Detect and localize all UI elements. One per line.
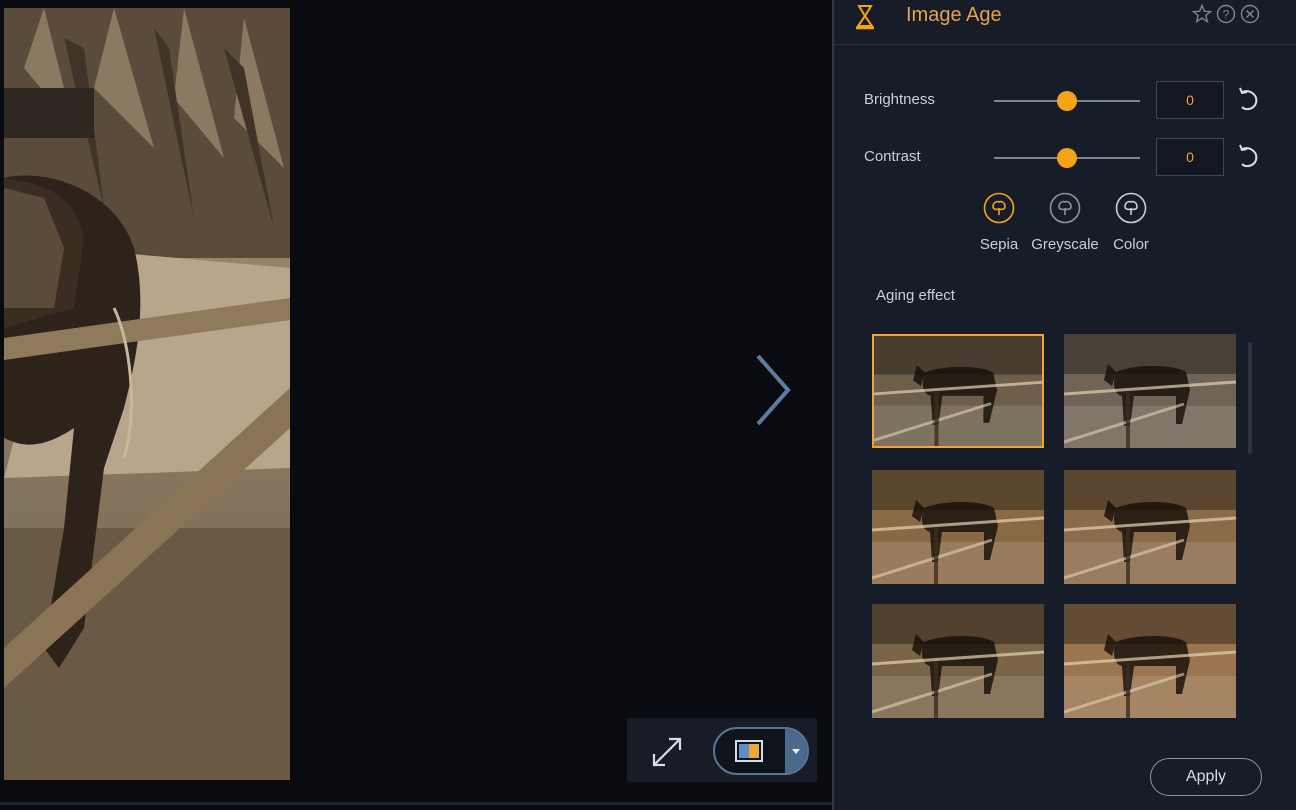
image-age-panel: Image Age ? Brightness 0 Contrast 0 Sepi… xyxy=(832,0,1296,810)
next-arrow-icon[interactable] xyxy=(748,350,800,430)
fit-to-screen-icon[interactable] xyxy=(649,734,685,770)
brightness-value-field[interactable]: 0 xyxy=(1156,81,1224,119)
compare-split-icon xyxy=(735,740,763,762)
aging-effect-label: Aging effect xyxy=(876,287,955,304)
brightness-row: Brightness 0 xyxy=(834,81,1296,121)
tone-options: Sepia Greyscale Color xyxy=(964,192,1184,272)
aging-preset-thumbnail[interactable] xyxy=(872,470,1044,584)
reset-brightness-icon[interactable] xyxy=(1236,87,1260,113)
preview-image xyxy=(4,8,290,780)
aging-preset-thumbnail[interactable] xyxy=(1064,334,1236,448)
contrast-row: Contrast 0 xyxy=(834,138,1296,178)
reset-contrast-icon[interactable] xyxy=(1236,144,1260,170)
brightness-slider[interactable] xyxy=(994,91,1140,111)
contrast-slider-thumb[interactable] xyxy=(1057,148,1077,168)
tone-label-sepia: Sepia xyxy=(979,236,1019,253)
image-canvas xyxy=(0,0,832,810)
apply-button[interactable]: Apply xyxy=(1150,758,1262,796)
tone-color[interactable]: Color xyxy=(1096,192,1166,253)
contrast-value-field[interactable]: 0 xyxy=(1156,138,1224,176)
view-toolbar xyxy=(627,718,817,782)
tone-sepia[interactable]: Sepia xyxy=(964,192,1034,253)
tone-label-color: Color xyxy=(1113,236,1149,253)
aging-preset-thumbnail[interactable] xyxy=(872,604,1044,718)
help-icon[interactable]: ? xyxy=(1216,4,1236,24)
brightness-slider-thumb[interactable] xyxy=(1057,91,1077,111)
presets-scrollbar[interactable] xyxy=(1248,342,1252,454)
tone-label-greyscale: Greyscale xyxy=(1031,236,1099,253)
tone-greyscale[interactable]: Greyscale xyxy=(1030,192,1100,253)
aging-preset-thumbnail[interactable] xyxy=(872,334,1044,448)
greyscale-leaf-icon xyxy=(1049,192,1081,224)
aging-preset-thumbnail[interactable] xyxy=(1064,470,1236,584)
close-icon[interactable] xyxy=(1240,4,1260,24)
hourglass-icon xyxy=(856,5,874,30)
sepia-leaf-icon xyxy=(983,192,1015,224)
aging-preset-thumbnail[interactable] xyxy=(1064,604,1236,718)
contrast-slider[interactable] xyxy=(994,148,1140,168)
star-icon[interactable] xyxy=(1192,4,1212,24)
panel-header: Image Age ? xyxy=(834,0,1296,45)
divider xyxy=(0,802,832,805)
color-leaf-icon xyxy=(1115,192,1147,224)
compare-view-toggle[interactable] xyxy=(713,727,809,775)
contrast-label: Contrast xyxy=(864,148,921,165)
brightness-label: Brightness xyxy=(864,91,935,108)
panel-title: Image Age xyxy=(906,4,1002,26)
svg-text:?: ? xyxy=(1223,8,1230,22)
aging-presets-grid xyxy=(872,334,1250,744)
chevron-down-icon[interactable] xyxy=(785,729,807,773)
